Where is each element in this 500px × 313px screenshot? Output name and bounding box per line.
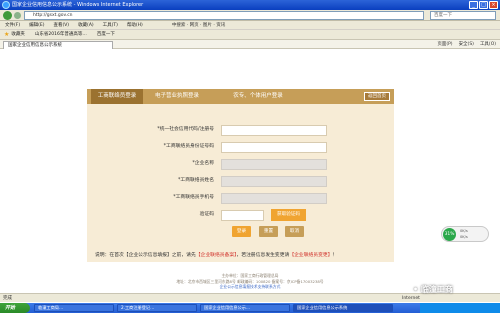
- page-footer: 主办单位：国家工商行政管理总局 地址：北京市西城区三里河东路8号 邮政编码：10…: [140, 273, 360, 290]
- close-button[interactable]: ×: [489, 1, 498, 9]
- taskbar-item[interactable]: 2.工商注册登记…: [117, 304, 197, 312]
- minimize-button[interactable]: _: [469, 1, 478, 9]
- address-toolbar: http://gsxt.gov.cn 百度一下: [0, 10, 500, 21]
- note-text: ，若注册信息发生变更请: [236, 253, 290, 258]
- login-tabs: 工商联络员登录 电子营业执照登录 农专、个体用户登录 返回首页: [87, 89, 394, 104]
- taskbar-item[interactable]: 国家企业信用信息公示…: [200, 304, 290, 312]
- watermark-logo: • 临潼工商: [413, 285, 453, 294]
- tab-liaison-login[interactable]: 工商联络员登录: [91, 89, 143, 104]
- menu-edit[interactable]: 编辑(E): [29, 21, 44, 29]
- tool-tools[interactable]: 工具(O): [480, 41, 496, 48]
- instruction-note: 说明：在首次【企业公示信息填报】之前，请先【企业联络员备案】，若注册信息发生变更…: [95, 252, 405, 260]
- taskbar-item-active[interactable]: 国家企业信用信息公示系统: [293, 304, 393, 312]
- upload-speed: 0K/s: [460, 229, 468, 233]
- taskbar: 开始 临潼工商局… 2.工商注册登记… 国家企业信用信息公示… 国家企业信用信息…: [0, 303, 500, 313]
- login-button[interactable]: 登录: [232, 226, 251, 237]
- note-text: ！: [332, 253, 338, 258]
- window-controls: _ □ ×: [469, 1, 498, 9]
- form-row-captcha: 验证码 获取验证码: [87, 208, 394, 222]
- address-input[interactable]: http://gsxt.gov.cn: [24, 11, 424, 20]
- field-label: *工商联络员身份证号码: [163, 144, 214, 149]
- favorites-bar: ★ 收藏夹 山东省2016年普通高等… 百度一下: [0, 30, 500, 40]
- liaison-change-link[interactable]: 【企业联络员变更】: [289, 253, 332, 258]
- browser-tab-bar: 国家企业信用信息公示系统 页面(P) 安全(S) 工具(O): [0, 40, 500, 49]
- field-label: *工商联络员姓名: [178, 178, 214, 183]
- star-icon: ★: [4, 30, 10, 38]
- tab-tools: 页面(P) 安全(S) 工具(O): [437, 41, 496, 48]
- tool-safety[interactable]: 安全(S): [459, 41, 474, 48]
- company-name-input: [221, 159, 327, 170]
- back-button-icon[interactable]: [3, 11, 12, 20]
- menu-favorites[interactable]: 收藏(A): [78, 21, 94, 29]
- form-row-id-number: *工商联络员身份证号码: [87, 140, 394, 154]
- field-label: *统一社会信用代码/注册号: [157, 127, 214, 132]
- favorites-item[interactable]: 百度一下: [97, 30, 115, 39]
- liaison-register-link[interactable]: 【企业联络员备案】: [196, 253, 237, 258]
- speed-percent: 31%: [443, 228, 456, 241]
- field-label: 验证码: [199, 212, 214, 217]
- maximize-button[interactable]: □: [479, 1, 488, 9]
- menu-view[interactable]: 查看(V): [53, 21, 69, 29]
- field-label: *企业名称: [192, 161, 214, 166]
- phone-input: [221, 193, 327, 204]
- menu-help[interactable]: 帮助(H): [127, 21, 143, 29]
- browser-tab[interactable]: 国家企业信用信息公示系统: [3, 41, 113, 49]
- id-number-input[interactable]: [221, 142, 327, 153]
- get-captcha-button[interactable]: 获取验证码: [271, 209, 306, 221]
- status-text: 完成: [3, 296, 12, 301]
- tool-page[interactable]: 页面(P): [437, 41, 452, 48]
- back-home-button[interactable]: 返回首页: [364, 92, 390, 101]
- note-text: 说明：在首次【企业公示信息填报】之前，请先: [95, 253, 196, 258]
- menu-file[interactable]: 文件(F): [5, 21, 20, 29]
- system-tray: [420, 303, 500, 313]
- menu-search-extra[interactable]: 中搜索 · 网页 · 图片 · 资讯: [172, 21, 225, 29]
- liaison-name-input: [221, 176, 327, 187]
- taskbar-item[interactable]: 临潼工商局…: [34, 304, 114, 312]
- network-speed-widget[interactable]: 31% 0K/s 0K/s: [441, 226, 489, 242]
- form-row-liaison-name: *工商联络员姓名: [87, 174, 394, 188]
- window-title: 国家企业信用信息公示系统 - Windows Internet Explorer: [12, 2, 144, 8]
- window-titlebar: 国家企业信用信息公示系统 - Windows Internet Explorer…: [0, 0, 500, 10]
- form-row-company-name: *企业名称: [87, 157, 394, 171]
- favorites-item[interactable]: ★ 收藏夹: [4, 30, 25, 39]
- field-label: *工商联络员手机号: [173, 195, 214, 200]
- tab-e-license-login[interactable]: 电子营业执照登录: [147, 89, 207, 104]
- form-row-credit-code: *统一社会信用代码/注册号: [87, 123, 394, 137]
- search-input[interactable]: 百度一下: [430, 11, 496, 20]
- cancel-button[interactable]: 取消: [285, 226, 304, 237]
- tab-individual-login[interactable]: 农专、个体用户登录: [213, 89, 303, 104]
- menu-tools[interactable]: 工具(T): [103, 21, 118, 29]
- captcha-input[interactable]: [221, 210, 264, 221]
- start-button[interactable]: 开始: [0, 303, 30, 313]
- footer-support-link[interactable]: 企业公示信息填报技术支持联系方式: [140, 284, 360, 290]
- credit-code-input[interactable]: [221, 125, 327, 136]
- reset-button[interactable]: 重置: [259, 226, 278, 237]
- favorites-item[interactable]: 山东省2016年普通高等…: [35, 30, 87, 39]
- ie-logo-icon: [2, 1, 10, 9]
- download-speed: 0K/s: [460, 235, 468, 239]
- form-row-phone: *工商联络员手机号: [87, 191, 394, 205]
- forward-button-icon[interactable]: [14, 12, 21, 19]
